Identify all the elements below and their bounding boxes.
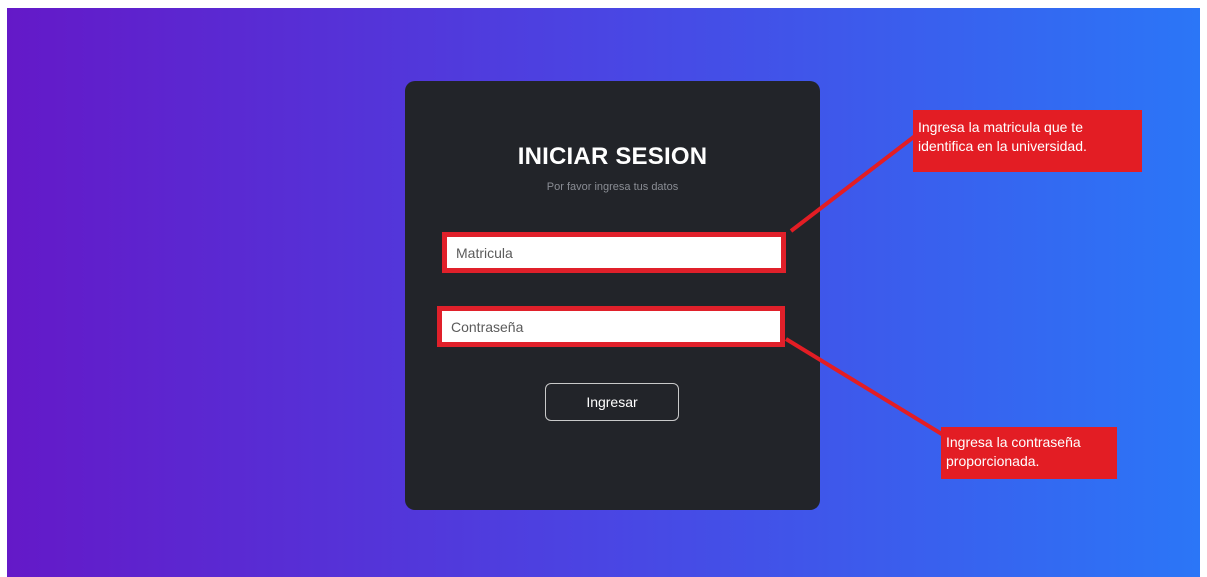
username-annotation: Ingresa la matricula que te identifica e… xyxy=(913,110,1142,172)
login-button[interactable]: Ingresar xyxy=(545,383,679,421)
password-input[interactable] xyxy=(442,311,780,342)
login-card: INICIAR SESION Por favor ingresa tus dat… xyxy=(405,81,820,510)
login-title: INICIAR SESION xyxy=(517,143,708,170)
password-highlight-frame xyxy=(437,306,785,347)
username-highlight-frame xyxy=(442,232,786,273)
username-input[interactable] xyxy=(447,237,781,268)
login-subtitle: Por favor ingresa tus datos xyxy=(546,181,679,193)
page-background: INICIAR SESION Por favor ingresa tus dat… xyxy=(7,8,1200,577)
password-annotation: Ingresa la contraseña proporcionada. xyxy=(941,427,1117,479)
